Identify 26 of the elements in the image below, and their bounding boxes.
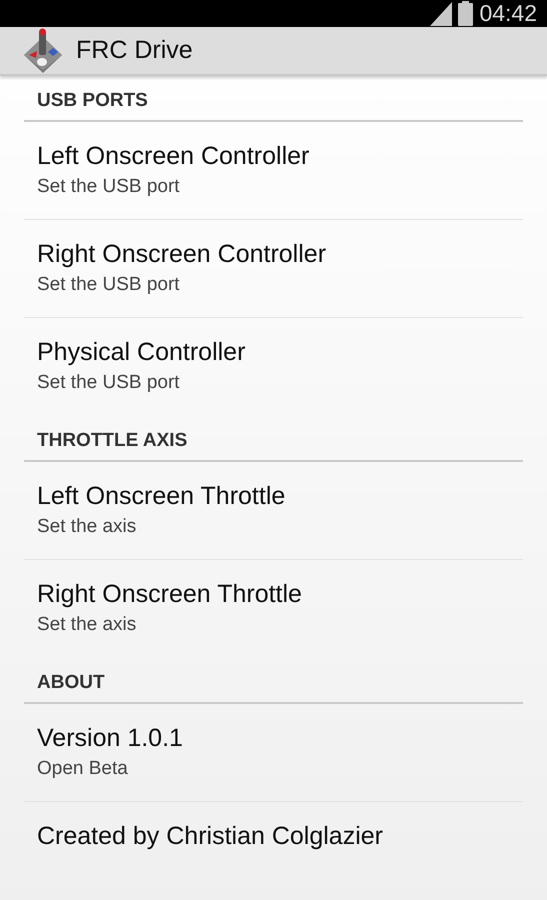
section-title: USB PORTS: [37, 90, 148, 112]
preference-summary: Set the axis: [37, 614, 138, 636]
preference-summary: Set the USB port: [37, 372, 181, 394]
preference-item[interactable]: Left Onscreen Throttle Set the axis: [24, 462, 523, 560]
preference-title: Right Onscreen Throttle: [37, 580, 303, 609]
preference-item[interactable]: Physical Controller Set the USB port: [24, 318, 523, 416]
preference-summary: Open Beta: [37, 758, 129, 780]
preference-title: Physical Controller: [37, 338, 246, 367]
preference-title: Left Onscreen Controller: [37, 142, 310, 171]
preference-item[interactable]: Created by Christian Colglazier: [24, 802, 523, 900]
preference-item[interactable]: Version 1.0.1 Open Beta: [24, 704, 523, 802]
preference-item[interactable]: Left Onscreen Controller Set the USB port: [24, 122, 523, 220]
section-title: THROTTLE AXIS: [37, 430, 188, 452]
joystick-icon: [22, 28, 64, 74]
preference-summary: Set the USB port: [37, 274, 181, 296]
preference-summary: Set the axis: [37, 516, 138, 538]
status-time: 04:42: [479, 0, 537, 27]
preference-title: Right Onscreen Controller: [37, 240, 328, 269]
preference-item[interactable]: Right Onscreen Throttle Set the axis: [24, 560, 523, 658]
section-title: ABOUT: [37, 672, 105, 694]
preference-title: Left Onscreen Throttle: [37, 482, 286, 511]
app-title: FRC Drive: [76, 36, 193, 65]
preference-item[interactable]: Right Onscreen Controller Set the USB port: [24, 220, 523, 318]
preference-summary: Set the USB port: [37, 176, 181, 198]
preference-title: Version 1.0.1: [37, 724, 184, 753]
preference-title: Created by Christian Colglazier: [37, 822, 384, 851]
